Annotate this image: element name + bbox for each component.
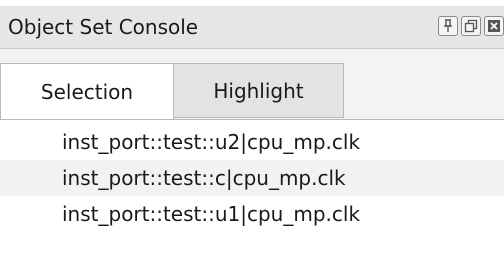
tab-bar: Selection Highlight [0,49,504,119]
tab-selection[interactable]: Selection [0,63,174,119]
list-item[interactable]: inst_port::test::c|cpu_mp.clk [0,160,504,196]
panel-titlebar: Object Set Console [0,6,504,49]
close-icon [488,20,500,32]
panel-title: Object Set Console [8,15,199,39]
tab-highlight[interactable]: Highlight [174,63,344,118]
float-button[interactable] [461,16,481,36]
list-item[interactable]: inst_port::test::u1|cpu_mp.clk [0,196,504,232]
list-item[interactable]: inst_port::test::u2|cpu_mp.clk [0,124,504,160]
tab-selection-label: Selection [40,79,134,104]
pin-icon [444,19,452,32]
pin-button[interactable] [438,16,458,36]
selection-list-panel: inst_port::test::u2|cpu_mp.clk inst_port… [0,119,504,267]
close-button[interactable] [484,16,504,36]
float-icon [464,19,478,33]
panel-window-buttons [438,16,504,38]
object-list: inst_port::test::u2|cpu_mp.clk inst_port… [0,124,504,232]
tab-highlight-label: Highlight [213,78,304,103]
